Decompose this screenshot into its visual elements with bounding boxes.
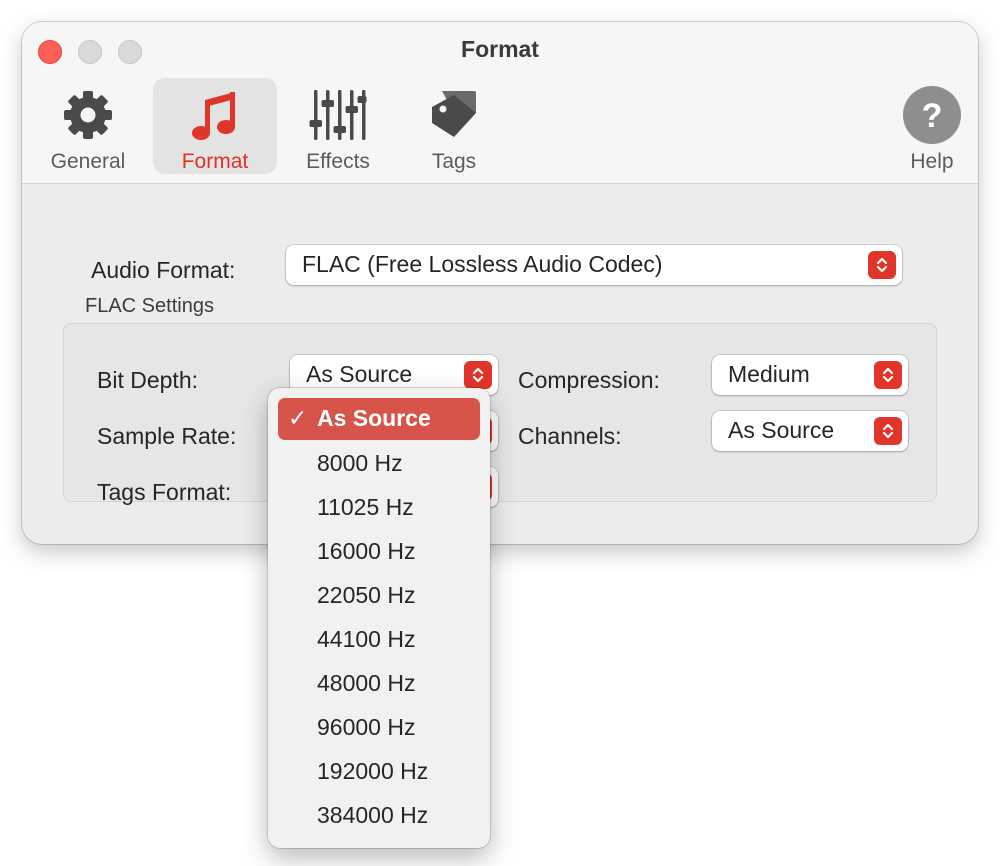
menu-item[interactable]: 384000 Hz xyxy=(278,795,480,837)
menu-item-label: As Source xyxy=(317,405,431,431)
chevron-up-down-icon xyxy=(874,361,902,389)
audio-format-value: FLAC (Free Lossless Audio Codec) xyxy=(302,251,663,277)
chevron-up-down-icon xyxy=(874,417,902,445)
menu-item-label: 16000 Hz xyxy=(317,538,416,564)
compression-value: Medium xyxy=(728,361,810,387)
menu-item-label: 192000 Hz xyxy=(317,758,429,784)
compression-label: Compression: xyxy=(518,367,660,393)
bit-depth-label: Bit Depth: xyxy=(97,367,198,393)
menu-item-label: 384000 Hz xyxy=(317,802,429,828)
menu-item[interactable]: 192000 Hz xyxy=(278,751,480,793)
menu-item-label: 44100 Hz xyxy=(317,626,416,652)
sample-rate-label: Sample Rate: xyxy=(97,423,237,449)
menu-item[interactable]: 48000 Hz xyxy=(278,663,480,705)
sample-rate-menu: ✓ As Source 8000 Hz 11025 Hz 16000 Hz 22… xyxy=(268,388,490,848)
channels-label: Channels: xyxy=(518,423,622,449)
menu-item-label: 11025 Hz xyxy=(317,494,414,520)
menu-item[interactable]: 11025 Hz xyxy=(278,487,480,529)
channels-popup[interactable]: As Source xyxy=(712,411,908,451)
audio-format-label: Audio Format: xyxy=(91,257,236,283)
preferences-window: Format General Format Effects Tags ? Hel… xyxy=(22,22,978,544)
tab-tags-label: Tags xyxy=(431,150,477,173)
menu-item[interactable]: 96000 Hz xyxy=(278,707,480,749)
help-label: Help xyxy=(910,150,954,173)
format-pane: Audio Format: FLAC (Free Lossless Audio … xyxy=(22,184,978,544)
music-note-icon xyxy=(153,84,277,146)
svg-text:?: ? xyxy=(922,97,943,135)
tags-format-label: Tags Format: xyxy=(97,479,232,505)
compression-popup[interactable]: Medium xyxy=(712,355,908,395)
help-icon: ? xyxy=(872,84,978,146)
menu-item[interactable]: 16000 Hz xyxy=(278,531,480,573)
tab-tags[interactable]: Tags xyxy=(394,78,514,174)
help-button[interactable]: ? Help xyxy=(872,78,978,174)
menu-item[interactable]: 44100 Hz xyxy=(278,619,480,661)
menu-item-label: 48000 Hz xyxy=(317,670,416,696)
tab-effects-label: Effects xyxy=(306,150,370,173)
menu-item-label: 8000 Hz xyxy=(317,450,403,476)
menu-item-label: 22050 Hz xyxy=(317,582,416,608)
gear-icon xyxy=(28,84,148,146)
tab-format-label: Format xyxy=(181,150,249,173)
window-title: Format xyxy=(461,36,539,62)
checkmark-icon: ✓ xyxy=(288,405,308,431)
channels-value: As Source xyxy=(728,417,835,443)
bit-depth-value: As Source xyxy=(306,361,413,387)
tab-effects[interactable]: Effects xyxy=(278,78,398,174)
audio-format-popup[interactable]: FLAC (Free Lossless Audio Codec) xyxy=(286,245,902,285)
menu-item-selected[interactable]: ✓ As Source xyxy=(278,398,480,440)
toolbar: Format General Format Effects Tags ? Hel… xyxy=(22,22,978,184)
chevron-up-down-icon xyxy=(868,251,896,279)
tab-format[interactable]: Format xyxy=(153,78,277,174)
sliders-icon xyxy=(278,84,398,146)
tab-general-label: General xyxy=(50,150,126,173)
flac-settings-title: FLAC Settings xyxy=(85,295,214,317)
tab-general[interactable]: General xyxy=(28,78,148,174)
menu-item[interactable]: 22050 Hz xyxy=(278,575,480,617)
menu-item[interactable]: 8000 Hz xyxy=(278,443,480,485)
tag-icon xyxy=(394,84,514,146)
chevron-up-down-icon xyxy=(464,361,492,389)
menu-item-label: 96000 Hz xyxy=(317,714,416,740)
